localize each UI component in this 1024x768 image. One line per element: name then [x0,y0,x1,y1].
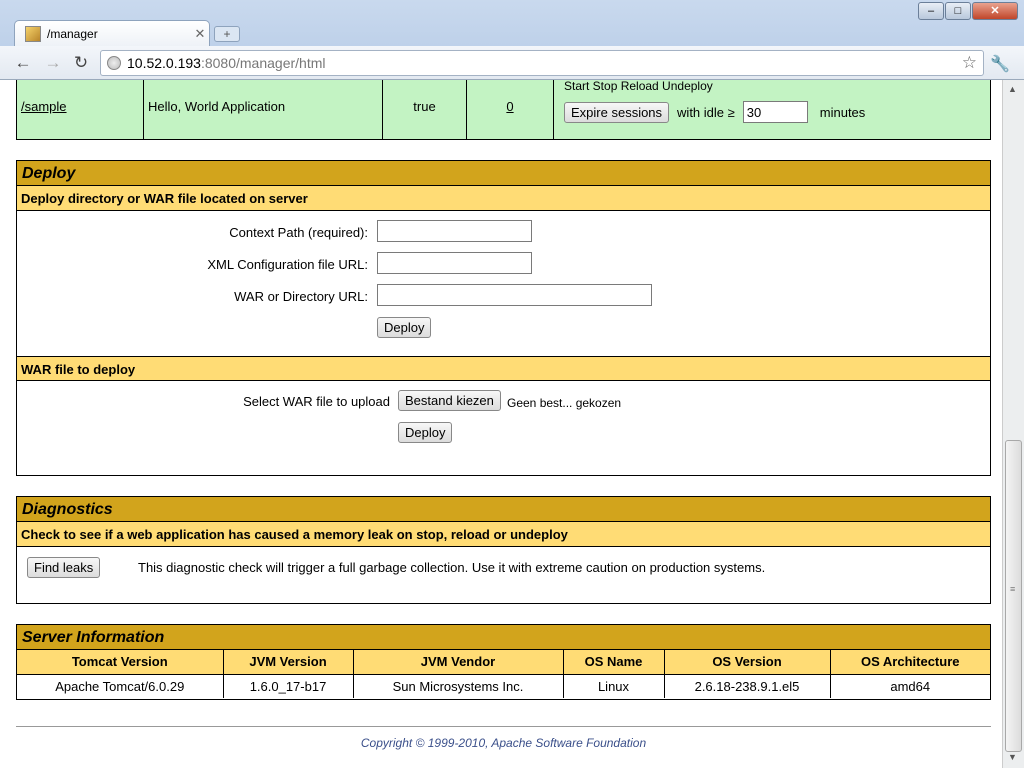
scroll-up-icon[interactable]: ▲ [1008,84,1017,94]
deploy-server-subtitle: Deploy directory or WAR file located on … [17,186,990,211]
forward-arrow-icon[interactable]: → [42,52,64,74]
server-info-section: Server Information Tomcat Version JVM Ve… [16,624,991,700]
header-jvm-vendor: JVM Vendor [353,650,564,675]
address-bar[interactable]: 10.52.0.193:8080/manager/html ☆ [100,50,984,76]
table-row: Apache Tomcat/6.0.29 1.6.0_17-b17 Sun Mi… [17,674,990,698]
os-version-value: 2.6.18-238.9.1.el5 [664,674,831,698]
os-architecture-value: amd64 [890,678,931,694]
expire-sessions-button[interactable]: Expire sessions [564,101,670,123]
url-path: :8080/manager/html [200,55,326,71]
war-url-label: WAR or Directory URL: [234,289,368,304]
no-file-chosen-text: Geen best... gekozen [507,396,622,410]
header-tomcat-version: Tomcat Version [17,650,224,675]
tomcat-favicon-icon [25,25,41,42]
footer-divider [16,726,991,727]
diagnostics-subtitle: Check to see if a web application has ca… [17,522,990,547]
server-info-title: Server Information [17,625,990,650]
app-sessions-link[interactable]: 0 [506,99,513,114]
maximize-button[interactable]: □ [945,2,971,20]
wrench-icon[interactable]: 🔧 [990,54,1010,74]
context-path-label: Context Path (required): [229,225,368,240]
minutes-label: minutes [819,104,866,120]
war-upload-subtitle: WAR file to deploy [17,356,990,381]
app-path-link[interactable]: /sample [21,99,67,114]
jvm-vendor-value: Sun Microsystems Inc. [353,674,564,698]
header-os-architecture: OS Architecture [830,650,990,675]
deploy-section: Deploy Deploy directory or WAR file loca… [16,160,991,476]
vertical-scrollbar[interactable]: ▲ ≡ ▼ [1002,80,1024,768]
diagnostics-description: This diagnostic check will trigger a ful… [138,560,766,575]
tab-title: /manager [47,26,98,41]
app-commands[interactable]: Start Stop Reload Undeploy [564,80,986,93]
table-row: /sample Hello, World Application true 0 … [16,80,991,140]
os-name-value: Linux [563,674,665,698]
tomcat-version-value: Apache Tomcat/6.0.29 [17,674,224,698]
diagnostics-title: Diagnostics [17,497,990,522]
page-viewport: /sample Hello, World Application true 0 … [0,80,1002,768]
scroll-down-icon[interactable]: ▼ [1008,752,1017,762]
idle-minutes-input[interactable] [742,101,808,123]
header-os-version: OS Version [664,650,831,675]
url-host: 10.52.0.193 [127,55,201,71]
header-os-name: OS Name [563,650,665,675]
grip-icon: ≡ [1010,584,1016,594]
browser-toolbar: ← → ↻ 10.52.0.193:8080/manager/html ☆ 🔧 [0,46,1024,80]
header-jvm-version: JVM Version [223,650,354,675]
war-url-input[interactable] [377,284,652,306]
minimize-button[interactable]: – [918,2,944,20]
applications-table: /sample Hello, World Application true 0 … [16,80,991,140]
browser-chrome: /manager ✕ + – □ ✕ ← → ↻ 10.52.0.193:808… [0,0,1024,80]
xml-config-input[interactable] [377,252,532,274]
deploy-upload-button[interactable]: Deploy [398,422,453,443]
tab-manager[interactable]: /manager ✕ [14,20,210,46]
close-window-button[interactable]: ✕ [972,2,1018,20]
diagnostics-section: Diagnostics Check to see if a web applic… [16,496,991,604]
find-leaks-button[interactable]: Find leaks [27,557,101,578]
app-display-name: Hello, World Application [143,80,383,140]
server-info-table: Tomcat Version JVM Version JVM Vendor OS… [17,650,990,698]
context-path-input[interactable] [377,220,532,242]
deploy-server-button[interactable]: Deploy [377,317,432,338]
reload-icon[interactable]: ↻ [70,52,92,74]
copyright-footer: Copyright © 1999-2010, Apache Software F… [360,736,647,750]
app-running: true [382,80,467,140]
deploy-title: Deploy [17,161,990,186]
jvm-version-value: 1.6.0_17-b17 [223,674,354,698]
scrollbar-thumb[interactable]: ≡ [1005,440,1022,752]
globe-icon [107,56,121,70]
new-tab-button[interactable]: + [214,26,240,42]
tab-close-icon[interactable]: ✕ [191,26,209,42]
back-arrow-icon[interactable]: ← [12,52,34,74]
bookmark-star-icon[interactable]: ☆ [962,53,977,73]
select-war-label: Select WAR file to upload [243,394,390,409]
choose-file-button[interactable]: Bestand kiezen [398,390,501,411]
idle-label: with idle ≥ [677,104,735,120]
xml-config-label: XML Configuration file URL: [207,257,368,272]
